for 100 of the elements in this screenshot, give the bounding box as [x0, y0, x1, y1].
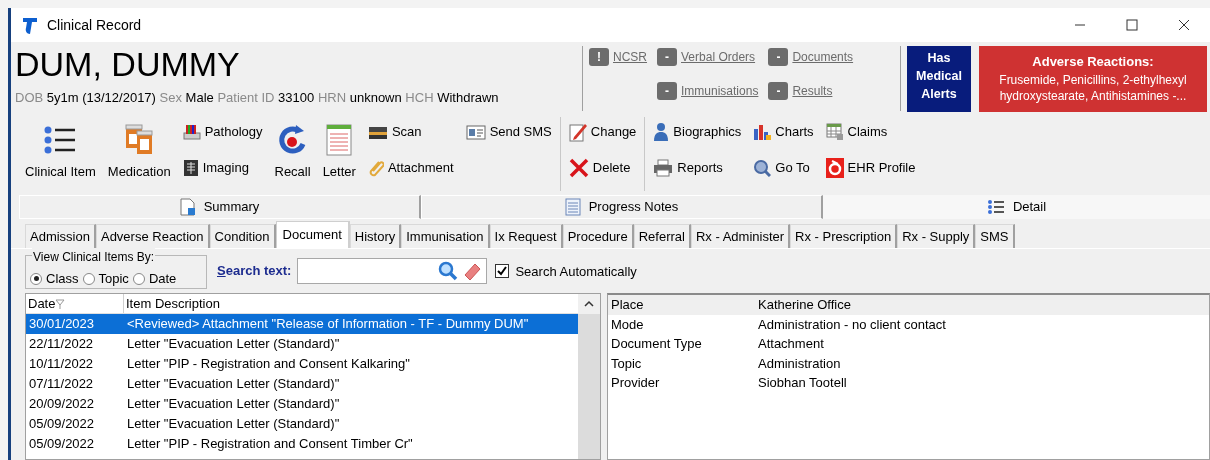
table-cell-text: Letter "Evacuation Letter (Standard)"	[126, 415, 340, 434]
tab[interactable]: Immunisation	[401, 223, 490, 248]
list-icon	[986, 199, 1005, 215]
radio-label[interactable]: Date	[148, 269, 177, 289]
column-header[interactable]: Date	[26, 294, 124, 313]
close-icon	[1178, 19, 1190, 31]
table-row[interactable]: 05/09/2022 Letter "Evacuation Letter (Standard)"	[26, 414, 578, 434]
tab[interactable]: Summary	[19, 195, 421, 219]
table-row[interactable]: 07/11/2022 Letter "Evacuation Letter (Standard)"	[26, 374, 578, 394]
link-label[interactable]: Documents	[792, 48, 854, 66]
toolbar-button[interactable]: Send SMS	[465, 121, 552, 143]
person-icon	[653, 122, 670, 142]
radio-button[interactable]	[30, 272, 42, 285]
toolbar-button[interactable]: Scan	[367, 121, 454, 143]
table-cell-text: 05/09/2022	[28, 415, 96, 434]
detail-label: Place	[610, 296, 645, 314]
toolbar-button[interactable]: Go To	[753, 157, 814, 179]
toolbar-button[interactable]: Pathology	[182, 121, 263, 143]
scanner-icon	[367, 124, 388, 140]
tab[interactable]: Ix Request	[489, 223, 563, 248]
sort-icon	[55, 298, 66, 309]
toolbar-button[interactable]: Claims	[825, 121, 916, 143]
maximize-icon	[1126, 19, 1138, 31]
toolbar-button[interactable]: Charts	[753, 121, 814, 143]
table-cell-text: Letter "Evacuation Letter (Standard)"	[126, 395, 340, 414]
detail-value: Administration	[758, 354, 841, 373]
detail-label: Topic	[610, 354, 643, 373]
group-label: View Clinical Items By:	[32, 248, 156, 266]
detail-row[interactable]: Place Katherine Office	[608, 295, 1209, 315]
detail-row[interactable]: Provider Siobhan Tootell	[608, 373, 1209, 393]
detail-row[interactable]: Document Type Attachment	[608, 334, 1209, 354]
detail-row[interactable]: Mode Administration - no client contact	[608, 314, 1209, 334]
tab[interactable]: Progress Notes	[421, 195, 823, 219]
tab[interactable]: Rx - Prescription	[790, 223, 898, 248]
link-label[interactable]: Immunisations	[681, 82, 759, 100]
search-icon	[753, 159, 772, 177]
search-field[interactable]	[297, 258, 488, 284]
panel-text: Frusemide, Penicillins, 2-ethylhexyl hydroxystearate, Antihistamines -...	[998, 71, 1188, 104]
link-badge: !	[589, 48, 609, 66]
link-label[interactable]: Verbal Orders	[681, 48, 756, 66]
detail-row[interactable]: Topic Administration	[608, 353, 1209, 373]
radio-label[interactable]: Class	[46, 269, 79, 289]
table-cell-text: Letter "PIP - Registration and Consent Kalkaring"	[126, 355, 410, 374]
toolbar-button[interactable]: Recall	[268, 117, 317, 195]
tab[interactable]: Rx - Supply	[897, 223, 976, 248]
radio-label[interactable]: Topic	[98, 269, 129, 289]
table-cell-text: 07/11/2022	[28, 375, 95, 394]
tab[interactable]: Referral	[633, 223, 691, 248]
quick-link[interactable]: - Documents	[768, 48, 854, 66]
tab[interactable]: SMS	[975, 223, 1015, 248]
checkbox-label[interactable]: Search Automatically	[515, 263, 637, 279]
tab[interactable]: Admission	[25, 223, 96, 248]
tab[interactable]: Procedure	[562, 223, 634, 248]
quick-link[interactable]: ! NCSR	[589, 48, 647, 66]
column-header[interactable]: Item Description	[124, 294, 578, 313]
detail-value: Siobhan Tootell	[758, 374, 847, 392]
radio-button[interactable]	[82, 272, 95, 285]
toolbar-button[interactable]: Biographics	[653, 121, 742, 143]
delete-icon	[568, 158, 589, 178]
printer-icon	[653, 159, 674, 177]
toolbar-button[interactable]: EHR Profile	[825, 157, 916, 179]
table-row[interactable]: 30/01/2023 <Reviewed> Attachment "Release of Information - TF - Dummy DUM"	[26, 314, 578, 334]
checkbox[interactable]	[495, 264, 510, 278]
tab[interactable]: Adverse Reaction	[95, 223, 210, 248]
table-row[interactable]: 22/11/2022 Letter "Evacuation Letter (Standard)"	[26, 334, 578, 354]
quick-link[interactable]: - Verbal Orders	[657, 48, 759, 66]
quick-link[interactable]: - Immunisations	[657, 82, 759, 100]
table-row[interactable]: 20/09/2022 Letter "Evacuation Letter (Standard)"	[26, 394, 578, 414]
toolbar-button[interactable]: Reports	[653, 157, 742, 179]
tab[interactable]: Condition	[209, 223, 276, 248]
tab[interactable]: Detail	[823, 195, 1210, 219]
link-label[interactable]: Results	[792, 82, 833, 100]
field-value: unknown	[349, 90, 402, 105]
toolbar-button[interactable]: Attachment	[367, 157, 454, 179]
field-value: 33100	[278, 90, 315, 105]
profile-badge-icon	[825, 158, 844, 178]
toolbar-button[interactable]: Imaging	[182, 157, 263, 179]
radio-button[interactable]	[132, 272, 145, 285]
quick-link[interactable]: - Results	[768, 82, 854, 100]
toolbar-button[interactable]: Delete	[568, 157, 637, 179]
detail-label: Document Type	[610, 335, 703, 353]
check-icon	[497, 266, 508, 276]
table-row[interactable]: 05/09/2022 Letter "PIP - Registration and Consent Timber Cr"	[26, 434, 578, 454]
toolbar-button[interactable]: Change	[568, 121, 637, 143]
toolbar-button[interactable]: Letter	[316, 117, 362, 195]
tab[interactable]: History	[349, 223, 402, 248]
scrollbar[interactable]	[578, 294, 600, 459]
search-label: Search text:	[217, 262, 292, 281]
id-card-icon	[465, 124, 486, 140]
toolbar-button[interactable]: Medication	[101, 117, 177, 195]
field-label: DOB	[15, 90, 44, 105]
table-cell-text: Letter "Evacuation Letter (Standard)"	[126, 335, 340, 354]
table-row[interactable]: 10/11/2022 Letter "PIP - Registration and Consent Kalkaring"	[26, 354, 578, 374]
toolbar-button[interactable]: Clinical Item	[19, 117, 102, 195]
tab[interactable]: Rx - Administer	[690, 223, 791, 248]
link-badge: -	[768, 82, 789, 100]
pencil-icon	[568, 122, 587, 142]
detail-value: Katherine Office	[758, 296, 851, 314]
tab[interactable]: Document	[275, 220, 350, 248]
link-label[interactable]: NCSR	[613, 48, 647, 66]
